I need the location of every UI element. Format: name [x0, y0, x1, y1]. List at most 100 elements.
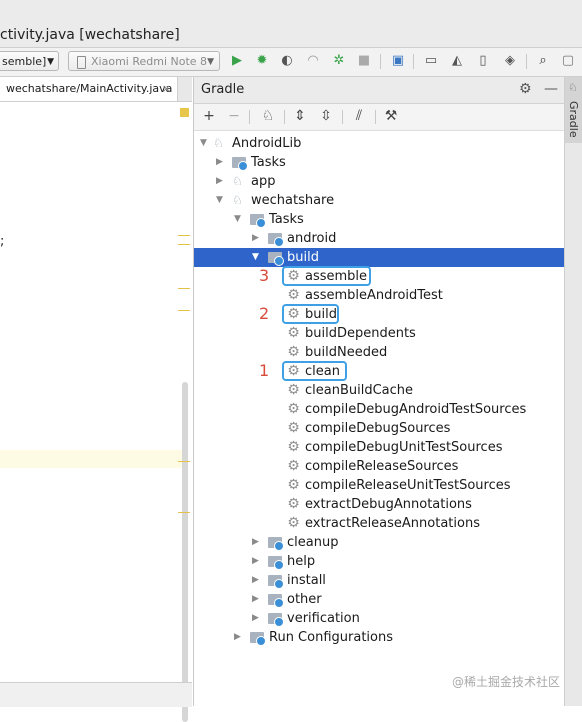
chevron-right-icon[interactable]: ▶: [234, 628, 241, 647]
chevron-right-icon[interactable]: ▶: [216, 172, 223, 191]
task-clean[interactable]: ⚙ clean: [194, 362, 565, 381]
execute-task-icon[interactable]: ♘: [260, 108, 276, 124]
editor-tab-mainactivity[interactable]: wechatshare/MainActivity.java ×: [0, 77, 178, 101]
chevron-down-icon[interactable]: ▼: [200, 134, 207, 153]
folder-icon: [268, 252, 284, 266]
tree-node-build-group[interactable]: ▼ build: [194, 248, 565, 267]
remove-icon[interactable]: −: [226, 108, 242, 124]
tree-node-label: cleanup: [287, 535, 339, 550]
task-compiledebugsources[interactable]: ⚙ compileDebugSources: [194, 419, 565, 438]
current-line-highlight: [0, 450, 182, 468]
tree-node-androidlib[interactable]: ▼ ♘ AndroidLib: [194, 134, 565, 153]
tree-node-wechatshare[interactable]: ▼ ♘ wechatshare: [194, 191, 565, 210]
toggle-offline-icon[interactable]: ⫽: [351, 108, 367, 124]
task-label: cleanBuildCache: [305, 383, 414, 398]
window-title: ctivity.java [wechatshare]: [0, 27, 180, 43]
task-label: compileDebugAndroidTestSources: [305, 402, 527, 417]
folder-icon: [232, 157, 248, 171]
tree-node-install[interactable]: ▶ install: [194, 571, 565, 590]
tree-node-verification[interactable]: ▶ verification: [194, 609, 565, 628]
expand-all-icon[interactable]: ⇕: [292, 108, 308, 124]
tree-node-run-configurations[interactable]: ▶ Run Configurations: [194, 628, 565, 647]
task-label: buildNeeded: [305, 345, 388, 360]
chevron-down-icon[interactable]: ▼: [234, 210, 241, 229]
task-compilereleaseunittestsources[interactable]: ⚙ compileReleaseUnitTestSources: [194, 476, 565, 495]
run-icon[interactable]: ▶: [229, 53, 245, 69]
apply-changes-icon[interactable]: ✲: [331, 53, 347, 69]
debug-icon[interactable]: ✹: [254, 53, 270, 69]
chevron-down-icon[interactable]: ▼: [252, 248, 259, 267]
close-icon[interactable]: ×: [162, 77, 171, 101]
tree-node-label: verification: [287, 611, 360, 626]
tree-node-cleanup[interactable]: ▶ cleanup: [194, 533, 565, 552]
editor-status-strip: [0, 682, 192, 707]
error-stripe-mark[interactable]: [178, 461, 190, 462]
gradle-side-tab-label: Gradle: [567, 101, 580, 138]
error-stripe-mark[interactable]: [178, 235, 190, 236]
folder-icon: [268, 613, 284, 627]
highlight-box-build: [282, 304, 339, 324]
wrench-icon[interactable]: ⚒: [383, 108, 399, 124]
tree-node-label: build: [287, 250, 319, 265]
task-buildneeded[interactable]: ⚙ buildNeeded: [194, 343, 565, 362]
tree-node-tasks[interactable]: ▼ Tasks: [194, 210, 565, 229]
device-selector-label: Xiaomi Redmi Note 8: [91, 55, 208, 68]
task-assembleandroidtest[interactable]: ⚙ assembleAndroidTest: [194, 286, 565, 305]
tree-node-android[interactable]: ▶ android: [194, 229, 565, 248]
run-configuration-combo[interactable]: semble] ▼: [0, 51, 59, 71]
error-stripe-mark[interactable]: [178, 310, 190, 311]
task-extractreleaseannotations[interactable]: ⚙ extractReleaseAnnotations: [194, 514, 565, 533]
tree-node-label: Run Configurations: [269, 630, 393, 645]
tree-node-other[interactable]: ▶ other: [194, 590, 565, 609]
more-icon[interactable]: ▢: [560, 53, 576, 69]
sdk-manager-icon[interactable]: ▭: [423, 53, 439, 69]
device-icon[interactable]: ▯: [475, 53, 491, 69]
collapse-all-icon[interactable]: ⇳: [318, 108, 334, 124]
task-cleanbuildcache[interactable]: ⚙ cleanBuildCache: [194, 381, 565, 400]
chevron-right-icon[interactable]: ▶: [252, 552, 259, 571]
task-extractdebugannotations[interactable]: ⚙ extractDebugAnnotations: [194, 495, 565, 514]
chevron-down-icon: ▼: [207, 57, 214, 67]
chevron-right-icon[interactable]: ▶: [216, 153, 223, 172]
tree-node-help[interactable]: ▶ help: [194, 552, 565, 571]
minimize-icon[interactable]: —: [544, 81, 558, 97]
attach-icon[interactable]: ◠: [305, 53, 321, 69]
highlight-box-assemble: [282, 266, 371, 286]
add-icon[interactable]: +: [201, 108, 217, 124]
task-assemble[interactable]: ⚙ assemble: [194, 267, 565, 286]
chevron-right-icon[interactable]: ▶: [252, 590, 259, 609]
folder-icon: [268, 537, 284, 551]
error-stripe-mark[interactable]: [178, 244, 190, 245]
profile-icon[interactable]: ◐: [279, 53, 295, 69]
chevron-down-icon[interactable]: ▼: [216, 191, 223, 210]
gradle-side-tab[interactable]: ♘ Gradle: [565, 77, 582, 143]
sync-icon[interactable]: ▣: [390, 53, 406, 69]
task-compiledebugandroidtestsources[interactable]: ⚙ compileDebugAndroidTestSources: [194, 400, 565, 419]
main-toolbar: semble] ▼ Xiaomi Redmi Note 8 ▼ ▶ ✹ ◐ ◠ …: [0, 48, 582, 77]
tree-node-app[interactable]: ▶ ♘ app: [194, 172, 565, 191]
highlight-box-clean: [282, 361, 347, 381]
tree-node-tasks[interactable]: ▶ Tasks: [194, 153, 565, 172]
chevron-right-icon[interactable]: ▶: [252, 229, 259, 248]
right-tool-strip: ♘ Gradle: [564, 77, 582, 706]
task-builddependents[interactable]: ⚙ buildDependents: [194, 324, 565, 343]
search-icon[interactable]: ⌕: [535, 53, 551, 69]
task-build[interactable]: ⚙ build: [194, 305, 565, 324]
step-number-3: 3: [259, 266, 270, 285]
error-stripe-mark[interactable]: [178, 512, 190, 513]
elephant-icon: ♘: [232, 193, 243, 207]
editor-scrollbar[interactable]: [182, 382, 188, 722]
layout-inspector-icon[interactable]: ◈: [502, 53, 518, 69]
chevron-right-icon[interactable]: ▶: [252, 533, 259, 552]
warning-marker[interactable]: [180, 108, 189, 117]
chevron-right-icon[interactable]: ▶: [252, 571, 259, 590]
device-selector-combo[interactable]: Xiaomi Redmi Note 8 ▼: [68, 51, 220, 71]
stop-icon[interactable]: ■: [356, 53, 372, 69]
code-editor[interactable]: ;: [0, 102, 192, 722]
task-compiledebugunittestsources[interactable]: ⚙ compileDebugUnitTestSources: [194, 438, 565, 457]
task-compilereleasesources[interactable]: ⚙ compileReleaseSources: [194, 457, 565, 476]
avd-manager-icon[interactable]: ◭: [449, 53, 465, 69]
error-stripe-mark[interactable]: [178, 288, 190, 289]
gear-icon[interactable]: ⚙: [519, 81, 532, 97]
chevron-right-icon[interactable]: ▶: [252, 609, 259, 628]
